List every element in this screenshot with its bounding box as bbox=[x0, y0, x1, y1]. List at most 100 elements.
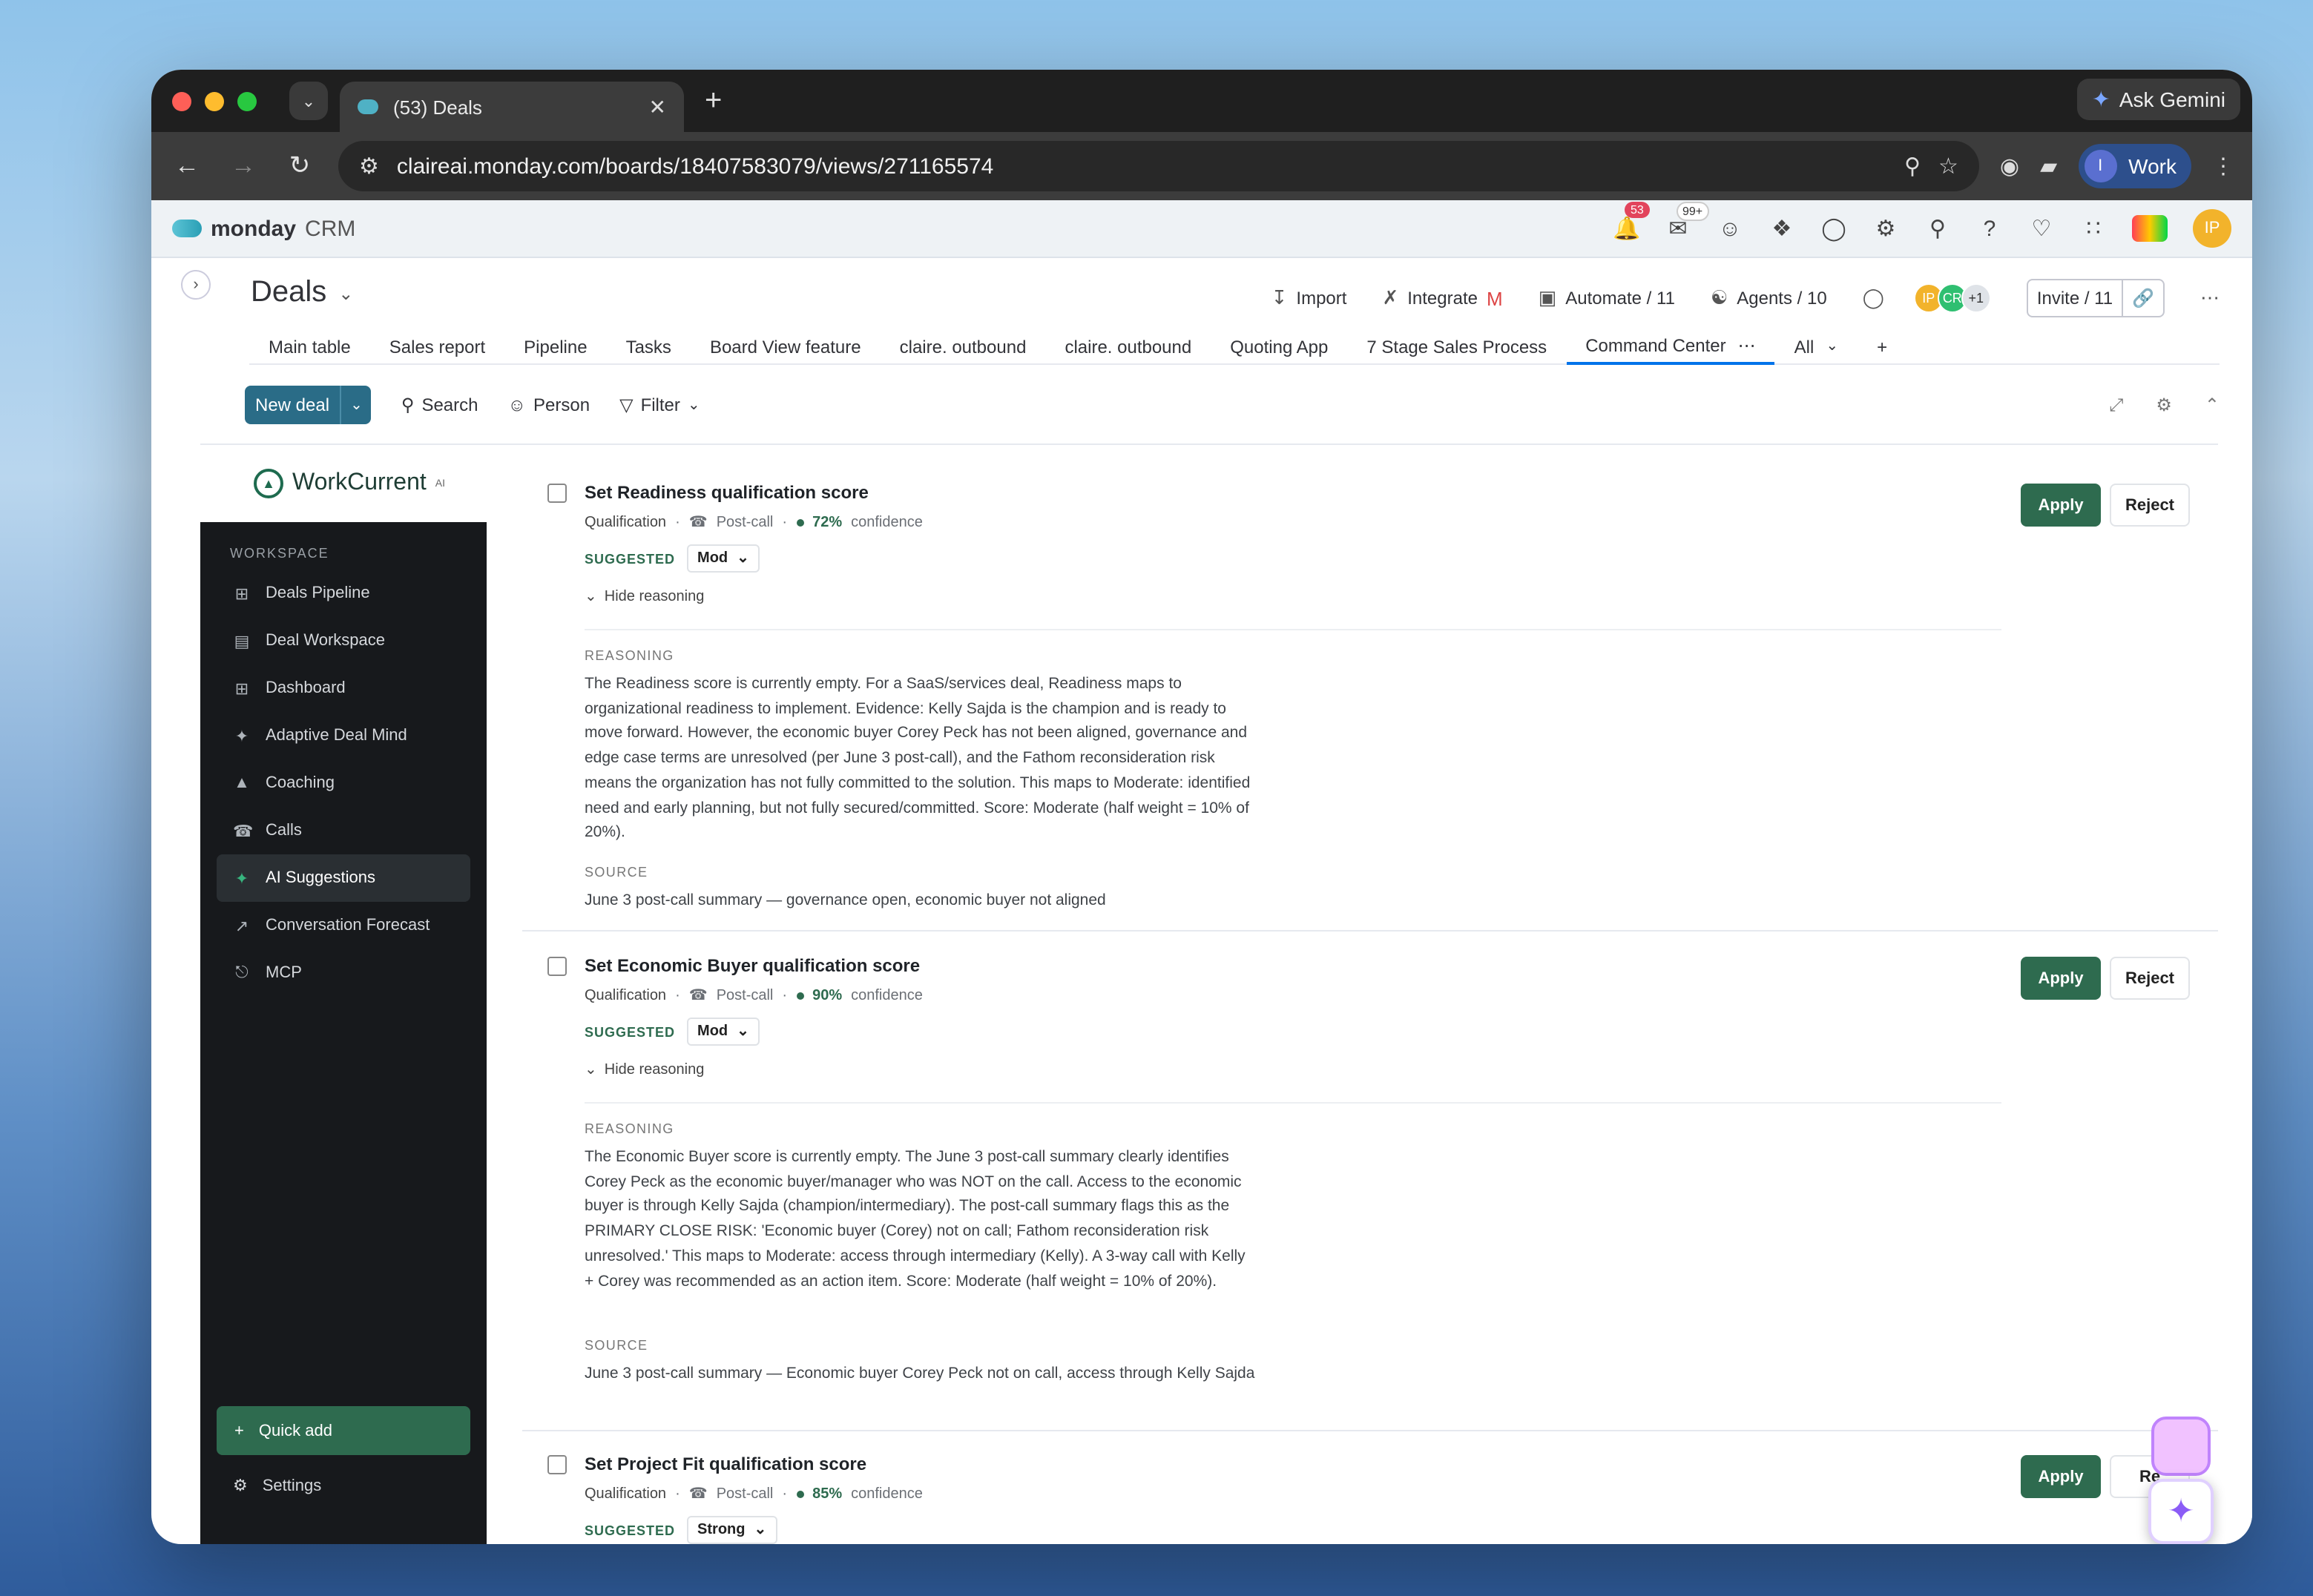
sidebar-item-adaptive-deal-mind[interactable]: ✦ Adaptive Deal Mind bbox=[217, 712, 470, 759]
new-deal-button[interactable]: New deal ⌄ bbox=[245, 386, 372, 424]
view-settings-gear-icon[interactable]: ⚙ bbox=[2156, 395, 2172, 415]
help-icon[interactable]: ? bbox=[1976, 216, 2003, 241]
tab-tasks[interactable]: Tasks bbox=[607, 329, 691, 364]
agents-button[interactable]: ☯ Agents / 10 bbox=[1711, 286, 1827, 310]
comment-icon[interactable]: ◯ bbox=[1863, 286, 1884, 310]
suggested-value-select[interactable]: Mod ⌄ bbox=[687, 1018, 760, 1046]
sidebar-item-deals-pipeline[interactable]: ⊞ Deals Pipeline bbox=[217, 570, 470, 617]
more-options-icon[interactable]: ⋯ bbox=[2200, 286, 2220, 310]
workcurrent-logo[interactable]: ▲ WorkCurrent AI bbox=[200, 445, 487, 522]
forward-arrow-icon[interactable]: → bbox=[226, 151, 261, 181]
tab-main-table[interactable]: Main table bbox=[249, 329, 370, 364]
new-deal-dropdown-chevron-icon[interactable]: ⌄ bbox=[340, 386, 372, 424]
heart-icon[interactable]: ♡ bbox=[2028, 215, 2055, 242]
site-settings-icon[interactable]: ⚙ bbox=[359, 153, 379, 179]
puzzle-extensions-icon[interactable]: ▰ bbox=[2040, 153, 2057, 179]
new-tab-plus-icon[interactable]: + bbox=[705, 84, 722, 118]
tab-sales-report[interactable]: Sales report bbox=[370, 329, 504, 364]
integrate-button[interactable]: ✗ Integrate M bbox=[1382, 286, 1502, 310]
tab-claire-outbound-2[interactable]: claire. outbound bbox=[1045, 329, 1211, 364]
back-arrow-icon[interactable]: ← bbox=[169, 151, 205, 181]
suggestion-title: Set Readiness qualification score bbox=[585, 482, 869, 503]
reload-icon[interactable]: ↻ bbox=[282, 151, 317, 181]
ask-gemini-button[interactable]: ✦ Ask Gemini bbox=[2076, 79, 2240, 120]
sidebar-item-label: Deals Pipeline bbox=[266, 584, 370, 602]
minimize-window-button[interactable] bbox=[205, 91, 224, 111]
sidebar-item-ai-suggestions[interactable]: ✦ AI Suggestions bbox=[217, 854, 470, 902]
tab-7-stage-sales-process[interactable]: 7 Stage Sales Process bbox=[1347, 329, 1566, 364]
suggested-value-select[interactable]: Mod ⌄ bbox=[687, 544, 760, 573]
tab-search-chevron-icon[interactable]: ⌄ bbox=[289, 82, 328, 120]
inbox-icon[interactable]: ✉ 99+ bbox=[1665, 202, 1709, 242]
monday-brand-icon[interactable] bbox=[2132, 215, 2168, 242]
divider bbox=[585, 1102, 2001, 1104]
copy-link-icon[interactable]: 🔗 bbox=[2122, 280, 2163, 316]
zoom-icon[interactable]: ⚲ bbox=[1904, 153, 1921, 179]
sidebar-item-coaching[interactable]: ▲ Coaching bbox=[217, 759, 470, 807]
gear-icon[interactable]: ⚙ bbox=[1872, 215, 1899, 242]
browser-tab[interactable]: (53) Deals ✕ bbox=[340, 82, 684, 132]
app-grid-icon[interactable]: ∷ bbox=[2080, 215, 2107, 242]
hide-reasoning-toggle[interactable]: ⌄ Hide reasoning bbox=[585, 589, 704, 605]
board-title[interactable]: Deals ⌄ bbox=[251, 276, 353, 310]
sidebar-item-mcp[interactable]: ⎋ MCP bbox=[217, 949, 470, 997]
import-button[interactable]: ↧ Import bbox=[1271, 286, 1347, 310]
add-view-plus-icon[interactable]: + bbox=[1858, 329, 1906, 364]
address-bar[interactable]: ⚙ claireai.monday.com/boards/18407583079… bbox=[338, 141, 1979, 191]
ai-robot-icon[interactable]: ◯ bbox=[1820, 215, 1847, 242]
bookmark-star-icon[interactable]: ☆ bbox=[1938, 153, 1958, 179]
apply-button[interactable]: Apply bbox=[2021, 957, 2101, 1000]
invite-button[interactable]: Invite / 11 🔗 bbox=[2026, 279, 2165, 317]
browser-menu-icon[interactable]: ⋮ bbox=[2212, 153, 2234, 179]
tab-board-view-feature[interactable]: Board View feature bbox=[691, 329, 881, 364]
confidence-label: confidence bbox=[851, 515, 923, 531]
apply-button[interactable]: Apply bbox=[2021, 1455, 2101, 1498]
tab-all-dropdown[interactable]: All ⌄ bbox=[1775, 329, 1858, 364]
automate-button[interactable]: ▣ Automate / 11 bbox=[1539, 286, 1675, 310]
quick-add-button[interactable]: + Quick add bbox=[217, 1406, 470, 1455]
board-members[interactable]: IP CR +1 bbox=[1913, 283, 1991, 313]
user-avatar[interactable]: IP bbox=[2193, 209, 2231, 248]
integrate-icon: ✗ bbox=[1382, 286, 1399, 309]
tab-quoting-app[interactable]: Quoting App bbox=[1211, 329, 1347, 364]
maximize-window-button[interactable] bbox=[237, 91, 257, 111]
extension-icon[interactable]: ◉ bbox=[2000, 153, 2019, 179]
apps-puzzle-icon[interactable]: ❖ bbox=[1769, 215, 1795, 242]
expand-sidebar-chevron-icon[interactable]: › bbox=[181, 270, 211, 300]
person-filter-button[interactable]: ☺ Person bbox=[508, 395, 590, 415]
select-checkbox[interactable] bbox=[547, 957, 567, 976]
sidebar-item-calls[interactable]: ☎ Calls bbox=[217, 807, 470, 854]
reject-button[interactable]: Reject bbox=[2110, 484, 2190, 527]
filter-button[interactable]: ▽ Filter ⌄ bbox=[619, 395, 700, 415]
reasoning-text: The Readiness score is currently empty. … bbox=[585, 675, 1251, 842]
url-text[interactable]: claireai.monday.com/boards/18407583079/v… bbox=[397, 154, 1886, 179]
tab-options-icon[interactable]: ⋯ bbox=[1738, 334, 1756, 355]
tab-command-center[interactable]: Command Center ⋯ bbox=[1566, 329, 1775, 364]
collapse-up-chevron-icon[interactable]: ⌃ bbox=[2205, 395, 2220, 415]
fullscreen-icon[interactable]: ⤢ bbox=[2109, 394, 2123, 416]
search-icon[interactable]: ⚲ bbox=[1924, 215, 1951, 242]
invite-person-icon[interactable]: ☺ bbox=[1717, 216, 1743, 241]
sidebar-item-dashboard[interactable]: ⊞ Dashboard bbox=[217, 665, 470, 712]
sidebar-item-conversation-forecast[interactable]: ↗ Conversation Forecast bbox=[217, 902, 470, 949]
select-checkbox[interactable] bbox=[547, 1455, 567, 1474]
close-window-button[interactable] bbox=[172, 91, 191, 111]
profile-button[interactable]: I Work bbox=[2078, 144, 2191, 188]
suggested-value-select[interactable]: Strong ⌄ bbox=[687, 1516, 777, 1544]
sidebar-settings[interactable]: ⚙ Settings bbox=[233, 1476, 321, 1495]
suggested-row: SUGGESTED Strong ⌄ bbox=[585, 1516, 777, 1544]
hide-reasoning-toggle[interactable]: ⌄ Hide reasoning bbox=[585, 1062, 704, 1078]
close-tab-icon[interactable]: ✕ bbox=[649, 94, 666, 119]
sidebar-item-deal-workspace[interactable]: ▤ Deal Workspace bbox=[217, 617, 470, 665]
ai-assistant-sparkle-icon[interactable]: ✦ bbox=[2148, 1479, 2214, 1544]
tab-claire-outbound[interactable]: claire. outbound bbox=[881, 329, 1046, 364]
tab-pipeline[interactable]: Pipeline bbox=[504, 329, 606, 364]
bell-icon[interactable]: 🔔 53 bbox=[1613, 202, 1650, 242]
separator: · bbox=[675, 515, 680, 531]
select-checkbox[interactable] bbox=[547, 484, 567, 503]
search-button[interactable]: ⚲ Search bbox=[401, 395, 478, 415]
reject-button[interactable]: Reject bbox=[2110, 957, 2190, 1000]
monday-logo[interactable]: monday CRM bbox=[172, 216, 355, 241]
apply-button[interactable]: Apply bbox=[2021, 484, 2101, 527]
category: Qualification bbox=[585, 515, 667, 531]
